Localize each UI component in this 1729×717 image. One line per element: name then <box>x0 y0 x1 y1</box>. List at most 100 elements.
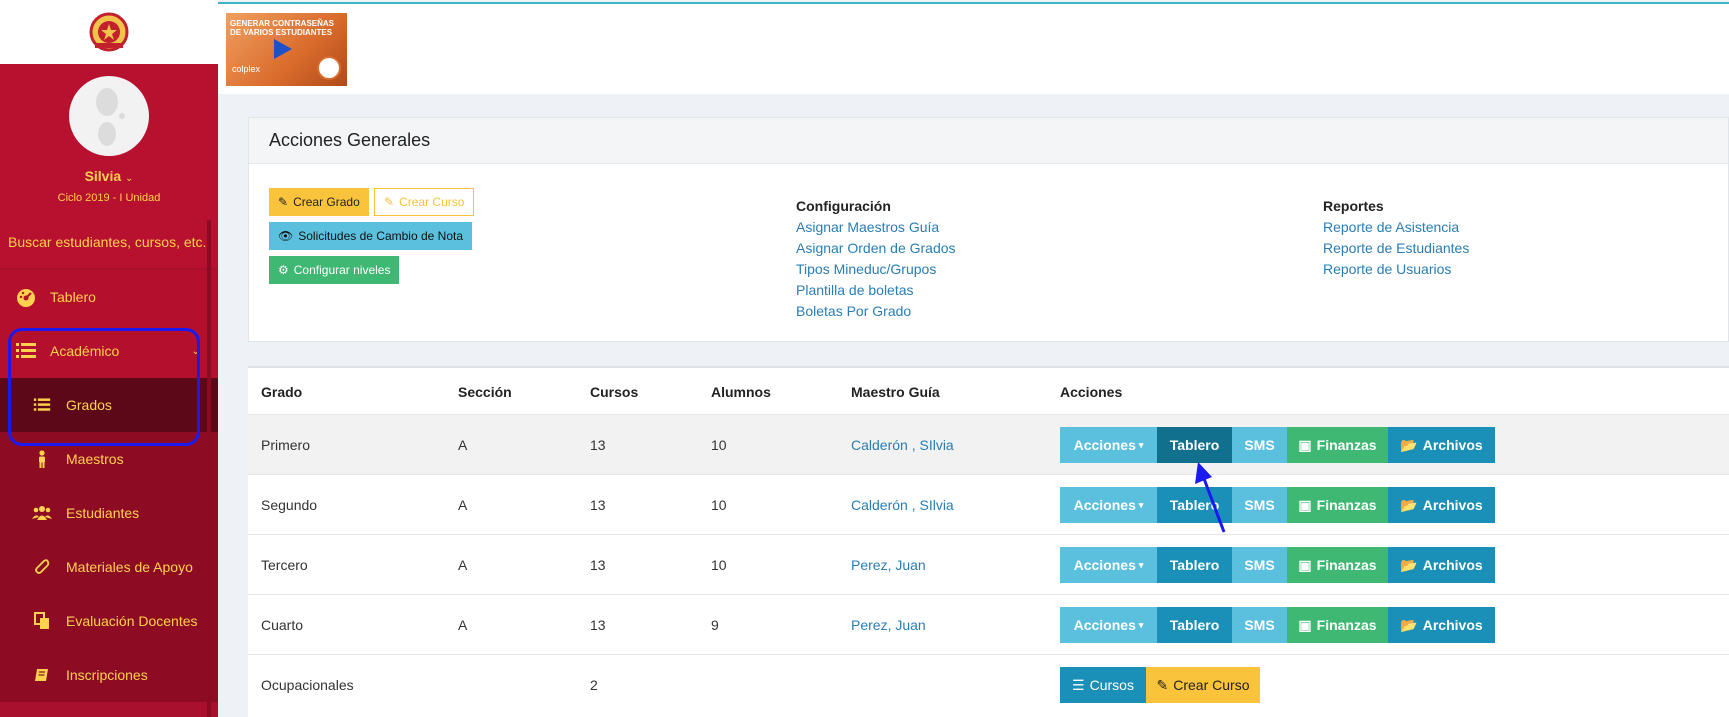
actions-dropdown-button[interactable]: Acciones ▾ <box>1060 607 1157 643</box>
play-icon[interactable] <box>274 39 292 59</box>
search-link[interactable]: Buscar estudiantes, cursos, etc.. <box>0 216 218 268</box>
video-thumbnail[interactable]: GENERAR CONTRASEÑAS DE VARIOS ESTUDIANTE… <box>226 13 347 86</box>
chevron-down-icon: ⌄ <box>125 173 134 184</box>
cell-cursos: 13 <box>590 617 606 633</box>
sidebar-item-label: Tablero <box>50 289 96 305</box>
archivos-button[interactable]: 📂 Archivos <box>1388 607 1495 643</box>
finanzas-button[interactable]: ▣ Finanzas <box>1287 427 1388 463</box>
cell-maestro-link[interactable]: Perez, Juan <box>851 557 926 573</box>
sidebar-item-inscripciones[interactable]: Inscripciones <box>0 648 218 702</box>
sidebar-item-evaluacion[interactable]: Evaluación Docentes <box>0 594 218 648</box>
cell-seccion: A <box>458 497 468 513</box>
cell-maestro-link[interactable]: Perez, Juan <box>851 617 926 633</box>
cell-alumnos: 10 <box>711 437 727 453</box>
col-header-cursos: Cursos <box>590 384 639 400</box>
archivos-button[interactable]: 📂 Archivos <box>1388 547 1495 583</box>
sidebar-item-label: Materiales de Apoyo <box>66 559 193 575</box>
copy-icon <box>30 609 54 633</box>
sidebar-item-label: Maestros <box>66 451 124 467</box>
actions-label: Acciones <box>1073 437 1136 453</box>
link-assign-guide-teachers[interactable]: Asignar Maestros Guía <box>796 219 939 235</box>
configure-levels-label: Configurar niveles <box>293 263 391 277</box>
edit-icon: ✎ <box>278 195 289 209</box>
sidebar-item-materiales[interactable]: Materiales de Apoyo <box>0 540 218 594</box>
actions-dropdown-button[interactable]: Acciones ▾ <box>1060 427 1157 463</box>
tablero-button[interactable]: Tablero <box>1157 427 1232 463</box>
finanzas-button[interactable]: ▣ Finanzas <box>1287 547 1388 583</box>
archivos-button[interactable]: 📂 Archivos <box>1388 487 1495 523</box>
create-course-button[interactable]: ✎ Crear Curso <box>374 188 475 216</box>
archivos-label: Archivos <box>1422 557 1483 573</box>
sms-button[interactable]: SMS <box>1232 427 1287 463</box>
actions-dropdown-button[interactable]: Acciones ▾ <box>1060 487 1157 523</box>
sidebar-scrollbar[interactable] <box>207 220 211 717</box>
caret-down-icon: ▾ <box>1138 619 1144 630</box>
link-assign-grade-order[interactable]: Asignar Orden de Grados <box>796 240 956 256</box>
money-icon: ▣ <box>1298 616 1312 633</box>
grade-change-requests-label: Solicitudes de Cambio de Nota <box>298 229 463 243</box>
finanzas-label: Finanzas <box>1316 557 1377 573</box>
col-header-grado: Grado <box>261 384 303 400</box>
cell-maestro-link[interactable]: Calderón , SIlvia <box>851 437 954 453</box>
archivos-label: Archivos <box>1422 617 1483 633</box>
courses-button[interactable]: ☰ Cursos <box>1060 667 1146 703</box>
money-icon: ▣ <box>1298 556 1312 573</box>
table-row: Cuarto A 13 9 Perez, Juan Acciones ▾ Tabl… <box>248 594 1729 654</box>
sms-button[interactable]: SMS <box>1232 607 1287 643</box>
video-title-line1: GENERAR CONTRASEÑAS <box>230 19 335 28</box>
tablero-button[interactable]: Tablero <box>1157 487 1232 523</box>
folder-open-icon: 📂 <box>1400 436 1418 453</box>
create-course-label: Crear Curso <box>399 195 465 209</box>
link-mineduc-types[interactable]: Tipos Mineduc/Grupos <box>796 261 936 277</box>
configure-levels-button[interactable]: ⚙ Configurar niveles <box>269 256 400 284</box>
sms-button[interactable]: SMS <box>1232 547 1287 583</box>
video-title: GENERAR CONTRASEÑAS DE VARIOS ESTUDIANTE… <box>230 19 334 37</box>
dashboard-icon <box>14 285 38 309</box>
grade-change-requests-button[interactable]: 👁 Solicitudes de Cambio de Nota <box>269 222 472 250</box>
finanzas-button[interactable]: ▣ Finanzas <box>1287 487 1388 523</box>
school-logo-icon[interactable] <box>87 10 131 54</box>
link-report-card-template[interactable]: Plantilla de boletas <box>796 282 914 298</box>
paperclip-icon <box>30 555 54 579</box>
pencil-icon: ✎ <box>1156 676 1169 693</box>
link-students-report[interactable]: Reporte de Estudiantes <box>1323 240 1469 256</box>
finanzas-button[interactable]: ▣ Finanzas <box>1287 607 1388 643</box>
folder-open-icon: 📂 <box>1400 556 1418 573</box>
finanzas-label: Finanzas <box>1316 437 1377 453</box>
link-users-report[interactable]: Reporte de Usuarios <box>1323 261 1451 277</box>
finanzas-label: Finanzas <box>1316 497 1377 513</box>
cell-cursos: 2 <box>590 677 598 693</box>
sms-button[interactable]: SMS <box>1232 487 1287 523</box>
col-header-acciones: Acciones <box>1060 384 1123 400</box>
sidebar-item-tablero[interactable]: Tablero <box>0 270 218 324</box>
avatar[interactable] <box>69 76 149 156</box>
folder-open-icon: 📂 <box>1400 496 1418 513</box>
sidebar-item-estudiantes[interactable]: Estudiantes <box>0 486 218 540</box>
create-grade-button[interactable]: ✎ Crear Grado <box>269 188 369 216</box>
cell-maestro-link[interactable]: Calderón , SIlvia <box>851 497 954 513</box>
video-title-line2: DE VARIOS ESTUDIANTES <box>230 28 333 37</box>
general-actions-panel: Acciones Generales ✎ Crear Grado ✎ Crear C… <box>248 117 1729 342</box>
archivos-label: Archivos <box>1422 437 1483 453</box>
caret-down-icon: ▾ <box>1138 499 1144 510</box>
users-icon <box>30 501 54 525</box>
link-report-cards-by-grade[interactable]: Boletas Por Grado <box>796 303 911 319</box>
cell-seccion: A <box>458 617 468 633</box>
gears-icon: ⚙ <box>278 263 289 277</box>
col-header-maestro: Maestro Guía <box>851 384 940 400</box>
actions-dropdown-button[interactable]: Acciones ▾ <box>1060 547 1157 583</box>
cell-grado: Ocupacionales <box>261 677 354 693</box>
actions-label: Acciones <box>1073 617 1136 633</box>
tablero-button[interactable]: Tablero <box>1157 607 1232 643</box>
cell-grado: Primero <box>261 437 311 453</box>
col-header-seccion: Sección <box>458 384 512 400</box>
highlight-annotation <box>8 328 200 446</box>
link-attendance-report[interactable]: Reporte de Asistencia <box>1323 219 1459 235</box>
edit-icon: ✎ <box>384 195 395 209</box>
archivos-button[interactable]: 📂 Archivos <box>1388 427 1495 463</box>
folder-open-icon: 📂 <box>1400 616 1418 633</box>
tablero-button[interactable]: Tablero <box>1157 547 1232 583</box>
create-course-row-button[interactable]: ✎ Crear Curso <box>1146 667 1260 703</box>
user-menu[interactable]: Silvia ⌄ <box>0 168 218 184</box>
header: GENERAR CONTRASEÑAS DE VARIOS ESTUDIANTE… <box>218 4 1729 94</box>
